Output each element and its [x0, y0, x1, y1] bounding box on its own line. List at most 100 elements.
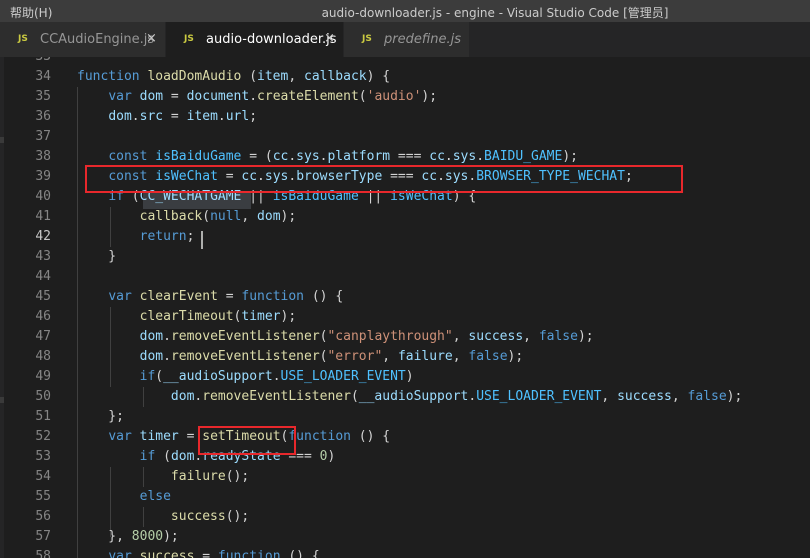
code-token: ,: [241, 209, 258, 224]
code-text: var clearEvent = function () {: [77, 287, 343, 307]
code-token: null: [210, 209, 242, 224]
code-token: ): [405, 369, 414, 384]
code-token: (: [202, 209, 211, 224]
code-line[interactable]: 56 success();: [0, 507, 810, 527]
code-line[interactable]: 45 var clearEvent = function () {: [0, 287, 810, 307]
code-token: = (: [241, 149, 273, 164]
code-token: );: [577, 329, 594, 344]
code-text: dom.src = item.url;: [77, 107, 257, 127]
line-number: 45: [35, 289, 51, 304]
code-line[interactable]: 57 }, 8000);: [0, 527, 810, 547]
code-line[interactable]: 35 var dom = document.createElement('aud…: [0, 87, 810, 107]
code-line[interactable]: 37: [0, 127, 810, 147]
code-token: ;: [249, 109, 258, 124]
line-number: 47: [35, 329, 51, 344]
line-number: 54: [35, 469, 51, 484]
code-line[interactable]: 53 if (dom.readyState === 0): [0, 447, 810, 467]
code-line[interactable]: 41 callback(null, dom);: [0, 207, 810, 227]
code-line[interactable]: 58 var success = function () {: [0, 547, 810, 558]
code-token: USE_LOADER_EVENT: [280, 369, 406, 384]
code-token: ===: [390, 149, 430, 164]
code-token: dom: [139, 329, 164, 344]
line-number: 36: [35, 109, 51, 124]
code-line[interactable]: 51 };: [0, 407, 810, 427]
code-line[interactable]: 44: [0, 267, 810, 287]
code-line[interactable]: 43 }: [0, 247, 810, 267]
code-line[interactable]: 48 dom.removeEventListener("error", fail…: [0, 347, 810, 367]
code-line[interactable]: 42 return;: [0, 227, 810, 247]
line-number: 37: [35, 129, 51, 144]
code-line[interactable]: 54 failure();: [0, 467, 810, 487]
code-line[interactable]: 34 function loadDomAudio (item, callback)…: [0, 67, 810, 87]
close-icon[interactable]: ×: [324, 31, 335, 46]
code-line[interactable]: 55 else: [0, 487, 810, 507]
code-token: dom: [108, 109, 132, 124]
code-line[interactable]: 38 const isBaiduGame = (cc.sys.platform …: [0, 147, 810, 167]
tab-predefine[interactable]: JS predefine.js: [344, 22, 470, 57]
line-number: 57: [35, 529, 51, 544]
code-token: clearEvent: [139, 289, 218, 304]
code-line[interactable]: 46 clearTimeout(timer);: [0, 307, 810, 327]
code-text: callback(null, dom);: [77, 207, 297, 227]
code-token: url: [225, 109, 250, 124]
code-line[interactable]: 47 dom.removeEventListener("canplaythrou…: [0, 327, 810, 347]
code-token: success: [139, 549, 195, 558]
code-token: () {: [304, 289, 344, 304]
code-token: var: [108, 289, 140, 304]
code-token: document: [186, 89, 250, 104]
code-token: callback: [139, 209, 203, 224]
tab-label: predefine.js: [384, 32, 461, 47]
code-token: .: [217, 109, 226, 124]
tab-bar: JS CCAudioEngine.js × JS audio-downloade…: [0, 22, 810, 57]
tab-ccaudioengine[interactable]: JS CCAudioEngine.js ×: [0, 22, 166, 57]
code-token: (: [155, 449, 171, 464]
code-token: dom: [139, 349, 164, 364]
tab-audio-downloader[interactable]: JS audio-downloader.js ×: [166, 22, 344, 57]
code-line[interactable]: 50 dom. removeEventListener(__audioSuppor…: [0, 387, 810, 407]
code-line[interactable]: 33: [0, 57, 810, 67]
code-token: .: [131, 109, 140, 124]
code-editor[interactable]: 3334function loadDomAudio (item, callbac…: [0, 57, 810, 558]
code-line[interactable]: 36 dom.src = item.url;: [0, 107, 810, 127]
code-token: loadDomAudio: [147, 69, 242, 84]
line-number: 33: [0, 57, 51, 67]
code-text: else: [77, 487, 171, 507]
code-token: .: [163, 349, 171, 364]
code-text: const isBaiduGame = (cc.sys.platform ===…: [77, 147, 578, 167]
code-token: false: [687, 389, 727, 404]
code-token: __audioSupport: [358, 389, 469, 404]
close-icon[interactable]: ×: [146, 31, 157, 46]
code-token: success: [468, 329, 524, 344]
code-token: "error": [327, 349, 383, 364]
code-token: clearTimeout: [139, 309, 234, 324]
code-token: function: [77, 69, 148, 84]
code-token: platform: [327, 149, 391, 164]
line-number: 34: [35, 69, 51, 84]
code-token: () {: [280, 549, 320, 558]
code-token: =: [163, 89, 187, 104]
code-token: else: [139, 489, 171, 504]
code-token: };: [77, 409, 124, 424]
code-token: ) {: [366, 69, 391, 84]
code-token: }: [77, 249, 117, 264]
line-number: 58: [35, 549, 51, 558]
code-line[interactable]: 49 if(__audioSupport.USE_LOADER_EVENT): [0, 367, 810, 387]
code-token: .: [249, 89, 258, 104]
code-token: failure: [170, 469, 226, 484]
code-text: };: [77, 407, 124, 427]
code-text: var success = function () {: [77, 547, 320, 558]
line-number: 55: [35, 489, 51, 504]
code-token: .: [444, 149, 453, 164]
code-token: ,: [288, 69, 304, 84]
code-line[interactable]: 52 var timer = setTimeout(function () {: [0, 427, 810, 447]
line-number: 50: [35, 389, 51, 404]
code-token: );: [562, 149, 578, 164]
code-token: dom: [139, 89, 164, 104]
